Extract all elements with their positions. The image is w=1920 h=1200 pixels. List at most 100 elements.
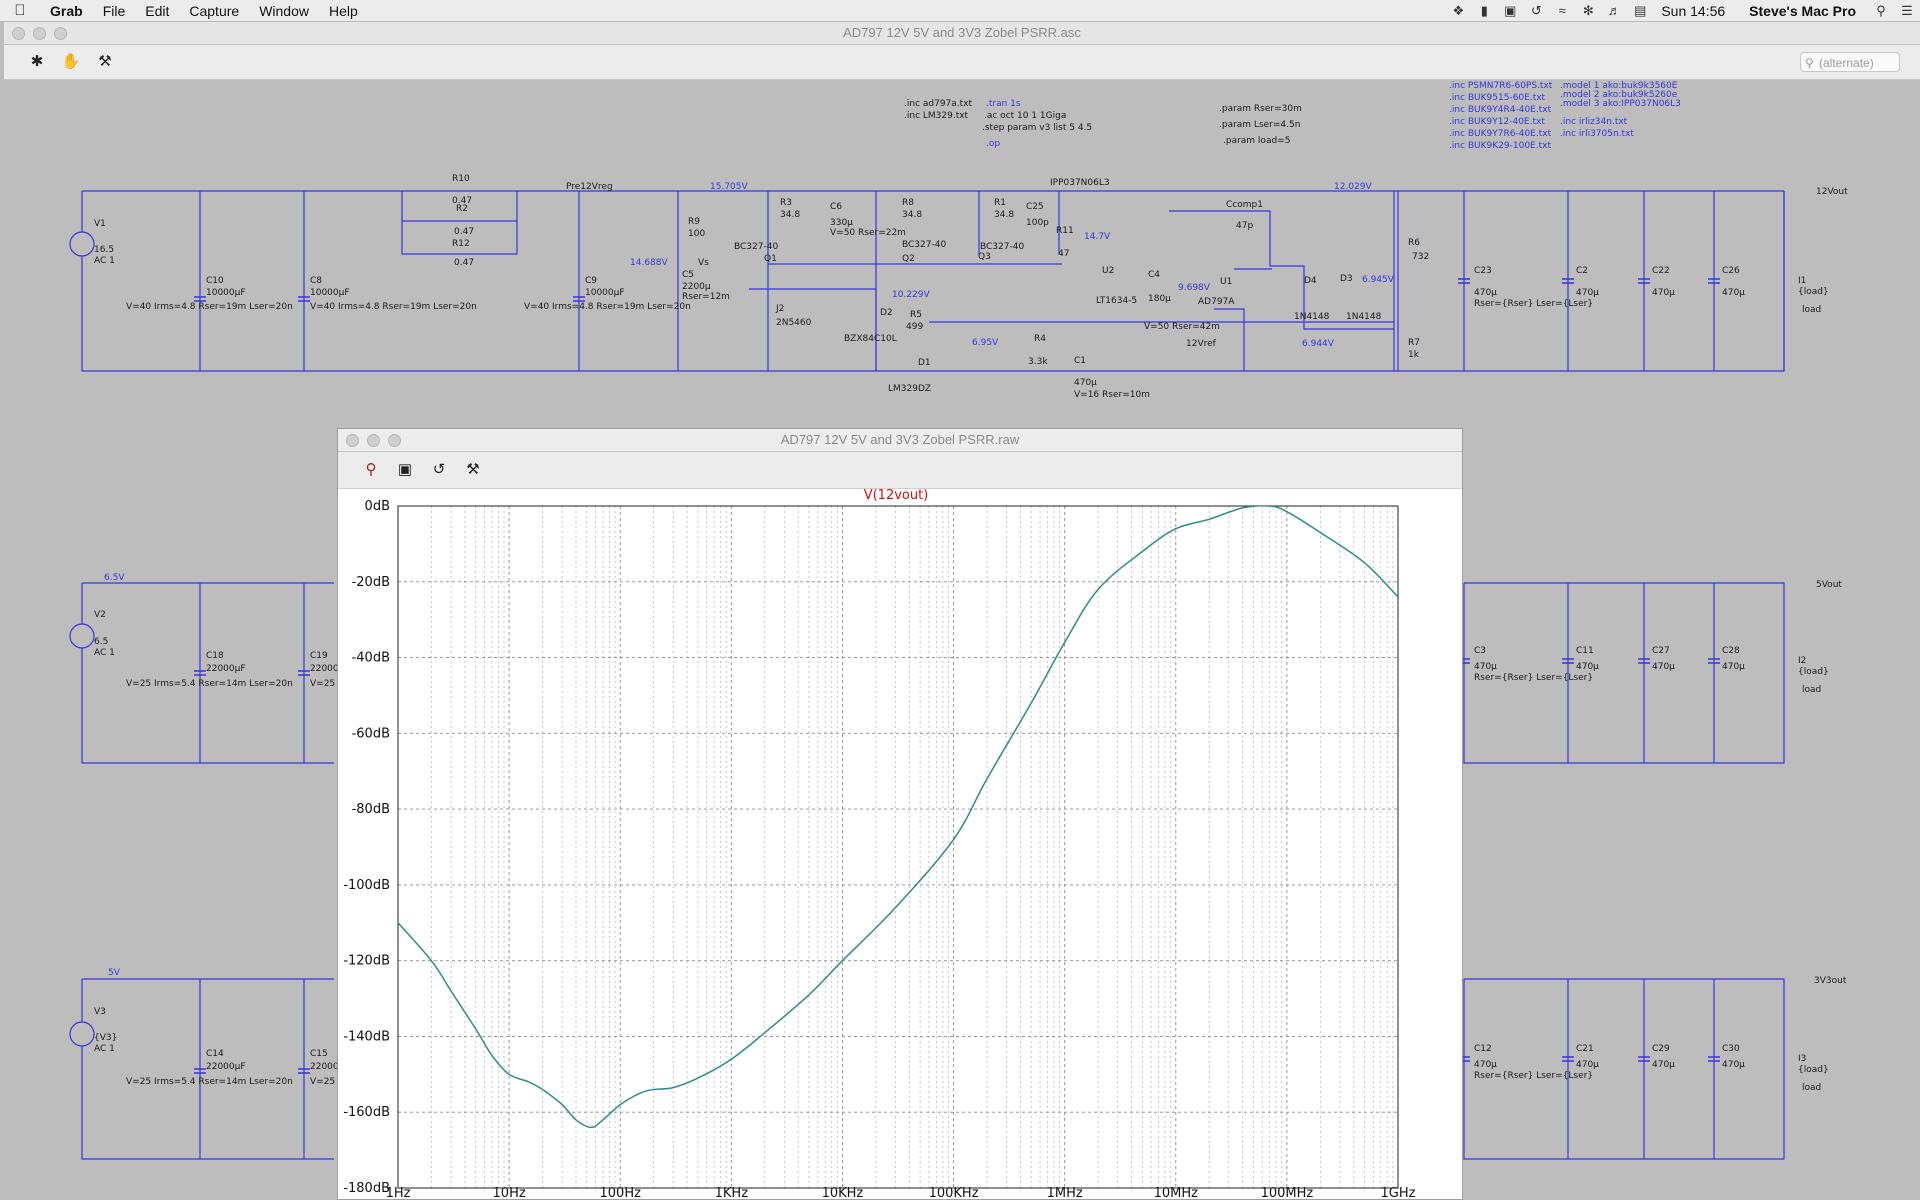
plot-window-controls	[346, 434, 401, 447]
label-r3-val: 34.8	[780, 210, 800, 220]
menu-user[interactable]: Steve's Mac Pro	[1737, 3, 1868, 19]
label-v3-ac: AC 1	[94, 1044, 115, 1054]
label-c2-val: 470µ	[1576, 288, 1599, 298]
label-r1-val: 34.8	[994, 210, 1014, 220]
menu-edit[interactable]: Edit	[135, 3, 179, 19]
apple-menu-icon[interactable]: 	[0, 2, 40, 19]
directive-incs-b-0: .inc irliz34n.txt	[1560, 117, 1628, 127]
plot-titlebar[interactable]: AD797 12V 5V and 3V3 Zobel PSRR.raw	[338, 429, 1462, 452]
trace-label[interactable]: V(12vout)	[864, 488, 929, 503]
label-c14-val: 22000µF	[206, 1062, 246, 1072]
menu-file[interactable]: File	[93, 3, 136, 19]
label-j2: J2	[775, 304, 784, 314]
time-machine-icon[interactable]: ↺	[1523, 3, 1549, 19]
menu-app-grab[interactable]: Grab	[40, 3, 93, 19]
y-tick-label: 0dB	[365, 499, 390, 514]
label-n6944: 6.944V	[1302, 339, 1335, 349]
search-input[interactable]: ⚲ (alternate)	[1800, 52, 1900, 72]
calendar-icon[interactable]: ▤	[1627, 3, 1653, 19]
close-button[interactable]	[12, 27, 25, 40]
pan-back-icon[interactable]: ↺	[428, 459, 450, 481]
v3-source[interactable]	[69, 1021, 95, 1047]
label-r8: R8	[902, 198, 914, 208]
label-c29: C29	[1652, 1044, 1670, 1054]
label-r12: R12	[452, 239, 470, 249]
label-d4-val: 1N4148	[1294, 312, 1330, 322]
label-r5: R5	[910, 310, 922, 320]
label-c3-spec: Rser={Rser} Lser={Lser}	[1474, 673, 1593, 683]
probe-hammer-icon[interactable]: ⚒	[94, 51, 116, 73]
plot-close-button[interactable]	[346, 434, 359, 447]
bluetooth-icon[interactable]: ✻	[1575, 3, 1601, 19]
run-icon[interactable]: ✱	[26, 51, 48, 73]
label-c1-val: 470µ	[1074, 378, 1097, 388]
plot-zoom-button[interactable]	[388, 434, 401, 447]
label-c25: C25	[1026, 202, 1044, 212]
label-n695: 6.95V	[972, 338, 999, 348]
zoom-out-icon[interactable]: ⚲	[360, 459, 382, 481]
search-placeholder: (alternate)	[1819, 56, 1874, 70]
zoom-fit-icon[interactable]: ▣	[394, 459, 416, 481]
notification-center-icon[interactable]: ☰	[1894, 3, 1920, 19]
directive-inc1: .inc ad797a.txt	[904, 99, 973, 109]
label-n14v: 14.7V	[1084, 232, 1111, 242]
label-c9-spec: V=40 Irms=4.8 Rser=19m Lser=20n	[524, 302, 691, 312]
v2-source[interactable]	[69, 623, 95, 649]
label-c18-val: 22000µF	[206, 664, 246, 674]
y-tick-label: -20dB	[352, 575, 390, 590]
menu-clock[interactable]: Sun 14:56	[1653, 3, 1737, 19]
label-bc327-q3: BC327-40	[980, 242, 1024, 252]
y-tick-label: -40dB	[352, 651, 390, 666]
label-c18: C18	[206, 651, 224, 661]
battery-icon[interactable]: ▮	[1471, 3, 1497, 19]
label-r8-val: 34.8	[902, 210, 922, 220]
menu-capture[interactable]: Capture	[179, 3, 249, 19]
label-bc327-q1: BC327-40	[734, 242, 778, 252]
label-q1: Q1	[764, 254, 777, 264]
label-c6: C6	[830, 202, 842, 212]
halt-hand-icon[interactable]: ✋	[60, 51, 82, 73]
label-v3: V3	[94, 1007, 106, 1017]
schematic-toolbar: ✱ ✋ ⚒ ⚲ (alternate)	[4, 45, 1920, 80]
label-c9-val: 10000µF	[585, 288, 625, 298]
label-r11: R11	[1056, 226, 1074, 236]
y-tick-label: -60dB	[352, 726, 390, 741]
menu-help[interactable]: Help	[319, 3, 368, 19]
label-r4-val: 3.3k	[1028, 357, 1048, 367]
directive-step: .step param v3 list 5 4.5	[982, 123, 1092, 133]
schematic-titlebar[interactable]: AD797 12V 5V and 3V3 Zobel PSRR.asc	[4, 22, 1920, 45]
label-c6-spec: V=50 Rser=22m	[830, 228, 906, 238]
label-c3-val: 470µ	[1474, 662, 1497, 672]
label-c1-spec: V=16 Rser=10m	[1074, 390, 1150, 400]
label-c1: C1	[1074, 356, 1086, 366]
label-u1-val: AD797A	[1198, 297, 1235, 307]
probe-icon[interactable]: ⚒	[462, 459, 484, 481]
label-c8-spec: V=40 Irms=4.8 Rser=19m Lser=20n	[310, 302, 477, 312]
zoom-button[interactable]	[54, 27, 67, 40]
label-n15705: 15.705V	[710, 182, 748, 192]
label-v2: V2	[94, 610, 106, 620]
label-i1-load: load	[1802, 305, 1821, 315]
menu-window[interactable]: Window	[249, 3, 319, 19]
label-d2-val: BZX84C10L	[844, 334, 897, 344]
volume-icon[interactable]: ♬	[1601, 3, 1627, 18]
directive-inc2: .inc LM329.txt	[904, 111, 969, 121]
directive-incs-a-5: .inc BUK9K29-100E.txt	[1449, 141, 1551, 151]
plot-area[interactable]: V(12vout) 1Hz 10Hz 100Hz 1KHz 10KHz 100KHz 1MH…	[338, 488, 1462, 1200]
wifi-icon[interactable]: ≈	[1549, 3, 1575, 18]
label-r9-val: 100	[688, 229, 705, 239]
drive-icon[interactable]: ▣	[1497, 3, 1523, 19]
label-d2: D2	[880, 308, 893, 318]
plot-minimize-button[interactable]	[367, 434, 380, 447]
y-tick-label: -140dB	[343, 1029, 390, 1044]
v1-source[interactable]	[69, 231, 95, 257]
spotlight-icon[interactable]: ⚲	[1868, 3, 1894, 19]
dropbox-icon[interactable]: ❖	[1445, 3, 1471, 19]
minimize-button[interactable]	[33, 27, 46, 40]
trace-v12vout-line[interactable]	[398, 506, 1398, 1129]
plot-title: AD797 12V 5V and 3V3 Zobel PSRR.raw	[780, 432, 1020, 447]
label-d1-val: LM329DZ	[888, 384, 931, 394]
label-r4: R4	[1034, 334, 1046, 344]
label-r5-val: 499	[906, 322, 923, 332]
label-n12029: 12.029V	[1334, 182, 1372, 192]
